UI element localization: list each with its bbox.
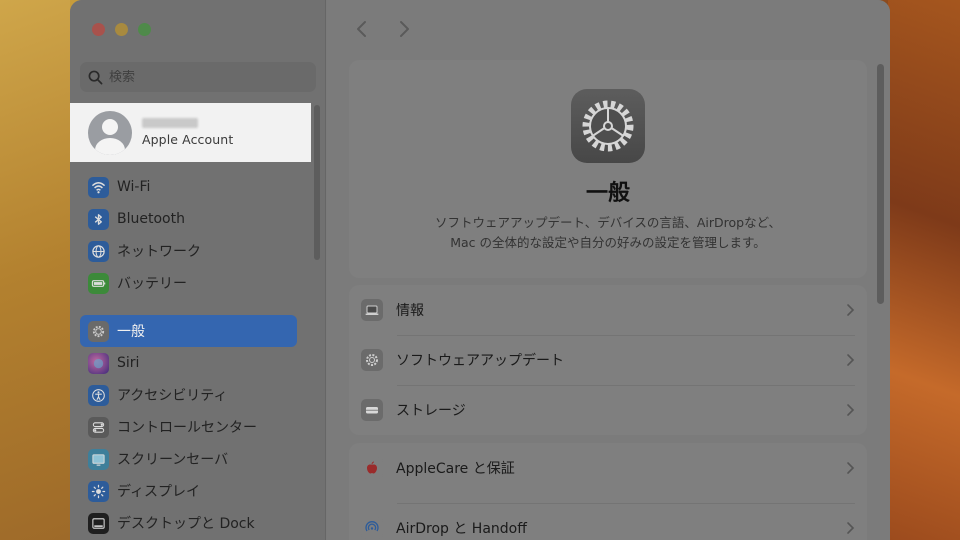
page-description: ソフトウェアアップデート、デバイスの言語、AirDropなど、 Mac の全体的…: [435, 215, 781, 250]
sidebar-item-bluetooth[interactable]: Bluetooth: [80, 203, 297, 235]
wallpaper-right: [888, 0, 960, 540]
row-label: AppleCare と保証: [396, 461, 515, 477]
sidebar-item-label: コントロールセンター: [117, 420, 257, 436]
sidebar-item-wifi[interactable]: Wi-Fi: [80, 171, 297, 203]
laptop-icon: [361, 299, 383, 321]
sidebar-item-label: ディスプレイ: [117, 484, 201, 500]
chevron-right-icon: [847, 354, 855, 366]
chevron-right-icon: [400, 21, 409, 37]
sidebar-item-label: アクセシビリティ: [117, 388, 228, 404]
account-name-redacted: [142, 118, 198, 128]
row-about[interactable]: 情報: [349, 285, 867, 335]
content-scrollbar[interactable]: [877, 64, 884, 304]
chevron-right-icon: [847, 404, 855, 416]
sidebar-item-label: Bluetooth: [117, 211, 185, 227]
storage-icon: [361, 399, 383, 421]
sidebar-item-siri[interactable]: Siri: [80, 347, 297, 379]
control-center-icon: [88, 416, 109, 438]
sidebar-item-accessibility[interactable]: アクセシビリティ: [80, 379, 297, 411]
back-button[interactable]: [351, 18, 371, 40]
chevron-right-icon: [847, 304, 855, 316]
gear-badge-icon: [361, 349, 383, 371]
chevron-right-icon: [847, 462, 855, 474]
sidebar-item-label: 一般: [117, 324, 145, 340]
apple-icon: [361, 457, 383, 479]
row-storage[interactable]: ストレージ: [349, 385, 867, 435]
settings-group-services: AppleCare と保証 AirDrop と Handoff: [349, 443, 867, 540]
sidebar: Apple Account Wi-Fi Bluetooth: [70, 0, 326, 540]
row-label: 情報: [396, 303, 424, 319]
sidebar-item-label: デスクトップと Dock: [117, 516, 255, 532]
avatar-icon: [88, 110, 132, 155]
sidebar-item-control-center[interactable]: コントロールセンター: [80, 411, 297, 443]
row-applecare[interactable]: AppleCare と保証: [349, 443, 867, 493]
page-title: 一般: [585, 181, 630, 206]
settings-group-system: 情報 ソフトウェアアップデート ストレージ: [349, 285, 867, 435]
sidebar-item-label: ネットワーク: [117, 244, 201, 260]
settings-window: Apple Account Wi-Fi Bluetooth: [70, 0, 890, 540]
row-software-update[interactable]: ソフトウェアアップデート: [349, 335, 867, 385]
globe-icon: [88, 240, 109, 262]
forward-button[interactable]: [395, 18, 415, 40]
row-label: AirDrop と Handoff: [396, 521, 527, 537]
sidebar-item-label: Wi-Fi: [117, 179, 151, 195]
sidebar-item-network[interactable]: ネットワーク: [80, 235, 297, 267]
chevron-left-icon: [357, 21, 366, 37]
sidebar-item-general[interactable]: 一般: [80, 315, 297, 347]
minimize-button[interactable]: [115, 23, 128, 36]
sidebar-item-label: バッテリー: [117, 276, 187, 292]
wallpaper-left: [0, 0, 70, 540]
row-label: ソフトウェアアップデート: [396, 353, 564, 369]
row-airdrop-handoff[interactable]: AirDrop と Handoff: [349, 503, 867, 540]
gear-icon: [571, 89, 645, 163]
apple-account-item[interactable]: Apple Account: [70, 103, 311, 162]
general-header-card: 一般 ソフトウェアアップデート、デバイスの言語、AirDropなど、 Mac の…: [349, 60, 867, 278]
sidebar-group-system: 一般 Siri アクセシビリティ コントロールセンター スクリーンセーバ ディス…: [80, 315, 297, 539]
wifi-icon: [88, 176, 109, 198]
account-label: Apple Account: [142, 132, 234, 147]
search-icon: [88, 70, 103, 84]
bluetooth-icon: [88, 208, 109, 230]
sidebar-item-label: Siri: [117, 355, 140, 371]
screensaver-icon: [88, 448, 109, 470]
sidebar-item-screensaver[interactable]: スクリーンセーバ: [80, 443, 297, 475]
content-pane: 一般 ソフトウェアアップデート、デバイスの言語、AirDropなど、 Mac の…: [327, 0, 890, 540]
sidebar-item-battery[interactable]: バッテリー: [80, 267, 297, 299]
sidebar-item-desktop-dock[interactable]: デスクトップと Dock: [80, 507, 297, 539]
row-label: ストレージ: [396, 403, 466, 419]
window-controls: [92, 23, 151, 36]
sidebar-group-connectivity: Wi-Fi Bluetooth ネットワーク バッテリー: [80, 171, 297, 299]
siri-icon: [88, 352, 109, 374]
chevron-right-icon: [847, 522, 855, 534]
sidebar-scrollbar[interactable]: [314, 105, 320, 260]
dock-icon: [88, 512, 109, 534]
search-input[interactable]: [109, 69, 309, 85]
airdrop-icon: [361, 517, 383, 539]
sidebar-item-display[interactable]: ディスプレイ: [80, 475, 297, 507]
history-navigation: [351, 18, 415, 40]
battery-icon: [88, 272, 109, 294]
sidebar-item-label: スクリーンセーバ: [117, 452, 229, 468]
search-box[interactable]: [80, 62, 316, 92]
gear-icon: [88, 320, 109, 342]
zoom-button[interactable]: [138, 23, 151, 36]
display-icon: [88, 480, 109, 502]
accessibility-icon: [88, 384, 109, 406]
close-button[interactable]: [92, 23, 105, 36]
